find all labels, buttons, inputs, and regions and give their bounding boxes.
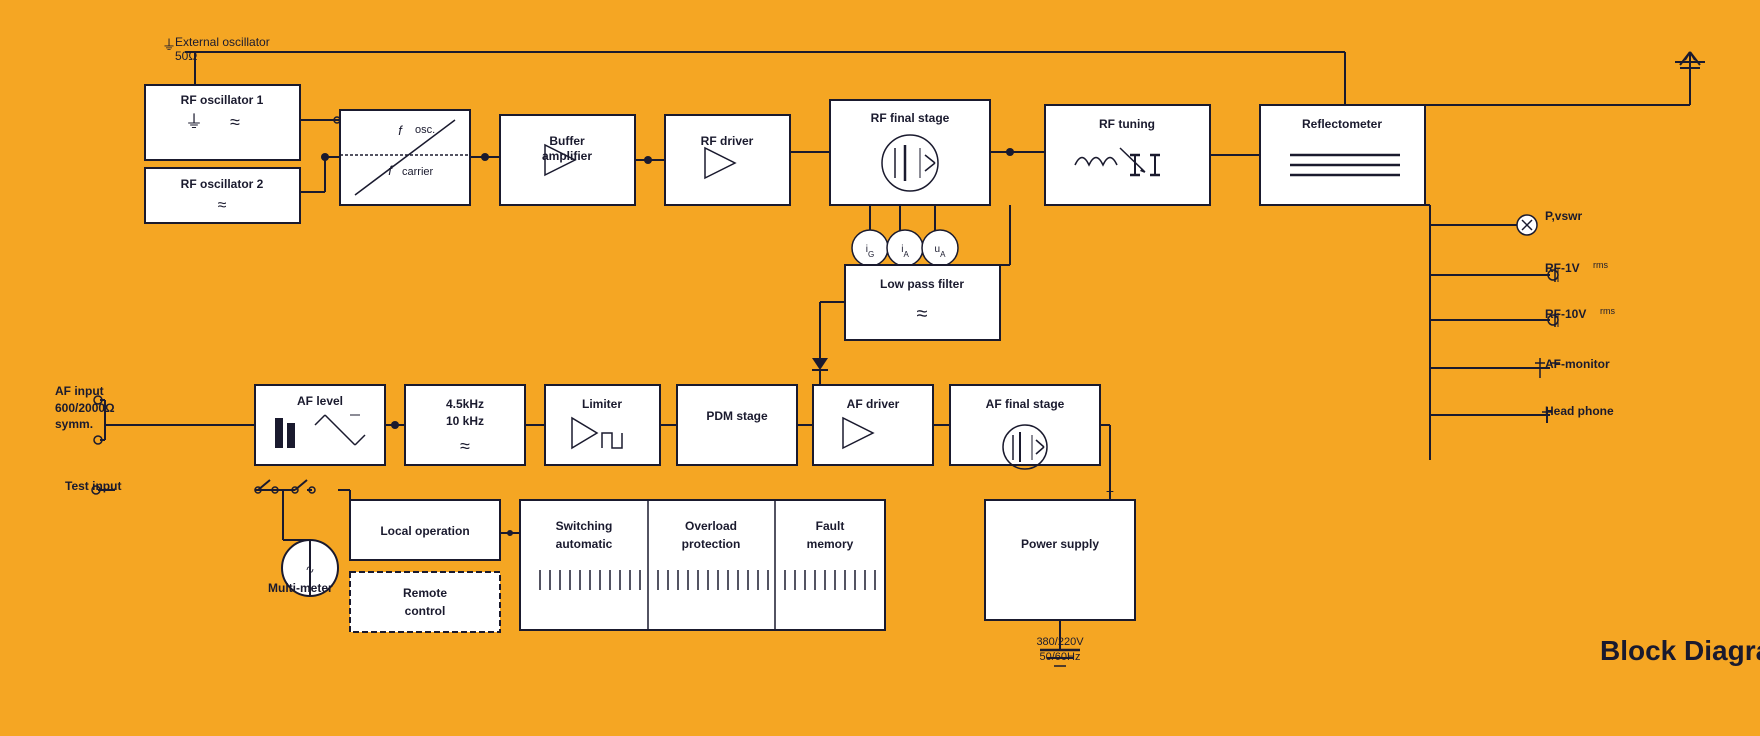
- rf-osc2-label: RF oscillator 2: [181, 177, 264, 191]
- rf-1v-label: RF-1V: [1545, 261, 1580, 275]
- fault-label2: memory: [807, 537, 854, 551]
- rf-tuning-label: RF tuning: [1099, 117, 1155, 131]
- diagram-container: iG iA uA + ∿: [0, 0, 1760, 736]
- remote-ctrl-label2: control: [405, 604, 446, 618]
- af-input-label: AF input: [55, 384, 104, 398]
- rf-final-label: RF final stage: [871, 111, 950, 125]
- svg-text:rms: rms: [1600, 306, 1615, 316]
- af-monitor-label: AF-monitor: [1545, 357, 1610, 371]
- switching-label1: Switching: [556, 519, 613, 533]
- af-level-label: AF level: [297, 394, 343, 408]
- svg-text:rms: rms: [1593, 260, 1608, 270]
- freq-label: 50/60Hz: [1040, 651, 1081, 663]
- svg-text:osc.: osc.: [415, 124, 435, 136]
- ext-osc-label: External oscillator: [175, 35, 270, 49]
- overload-label1: Overload: [685, 519, 737, 533]
- multi-meter-label: Multi-meter: [268, 581, 333, 595]
- fault-label1: Fault: [816, 519, 845, 533]
- svg-text:carrier: carrier: [402, 166, 434, 178]
- svg-text:≈: ≈: [460, 436, 470, 456]
- svg-text:≈: ≈: [218, 197, 227, 214]
- block-diagram-title: Block Diagram: [1600, 635, 1760, 666]
- af-driver-label: AF driver: [847, 397, 900, 411]
- af-symm-label: symm.: [55, 417, 93, 431]
- voltage-label: 380/220V: [1036, 636, 1084, 648]
- rf-10v-label: RF-10V: [1545, 307, 1586, 321]
- remote-ctrl-label1: Remote: [403, 586, 447, 600]
- svg-text:⏚: ⏚: [162, 37, 176, 53]
- pdm-label: PDM stage: [706, 409, 768, 423]
- svg-text:≈: ≈: [230, 112, 240, 132]
- af-final-label: AF final stage: [986, 397, 1065, 411]
- p-vswr-label: P,vswr: [1545, 209, 1582, 223]
- pdm-stage-block: [677, 385, 797, 465]
- af-impedance-label: 600/2000Ω: [55, 401, 115, 415]
- limiter-label: Limiter: [582, 397, 622, 411]
- switching-label2: automatic: [556, 537, 613, 551]
- local-op-label: Local operation: [380, 524, 469, 538]
- buffer-amp-label1: Buffer: [549, 134, 585, 148]
- reflectometer-label: Reflectometer: [1302, 117, 1382, 131]
- head-phone-label: Head phone: [1545, 404, 1614, 418]
- ext-osc-ohm: 50Ω: [175, 49, 197, 63]
- remote-ctrl-block: [350, 572, 500, 632]
- overload-label2: protection: [682, 537, 741, 551]
- rf-driver-label: RF driver: [701, 134, 754, 148]
- low-pass-label: Low pass filter: [880, 277, 964, 291]
- svg-text:≈: ≈: [917, 303, 928, 325]
- khz-label2: 10 kHz: [446, 414, 484, 428]
- power-supply-label: Power supply: [1021, 537, 1099, 551]
- svg-text:+: +: [1106, 483, 1114, 499]
- svg-text:⏚: ⏚: [185, 112, 203, 132]
- khz-label1: 4.5kHz: [446, 397, 484, 411]
- test-input-label: Test input: [65, 479, 121, 493]
- power-supply-block: [985, 500, 1135, 620]
- rf-osc1-label: RF oscillator 1: [181, 93, 264, 107]
